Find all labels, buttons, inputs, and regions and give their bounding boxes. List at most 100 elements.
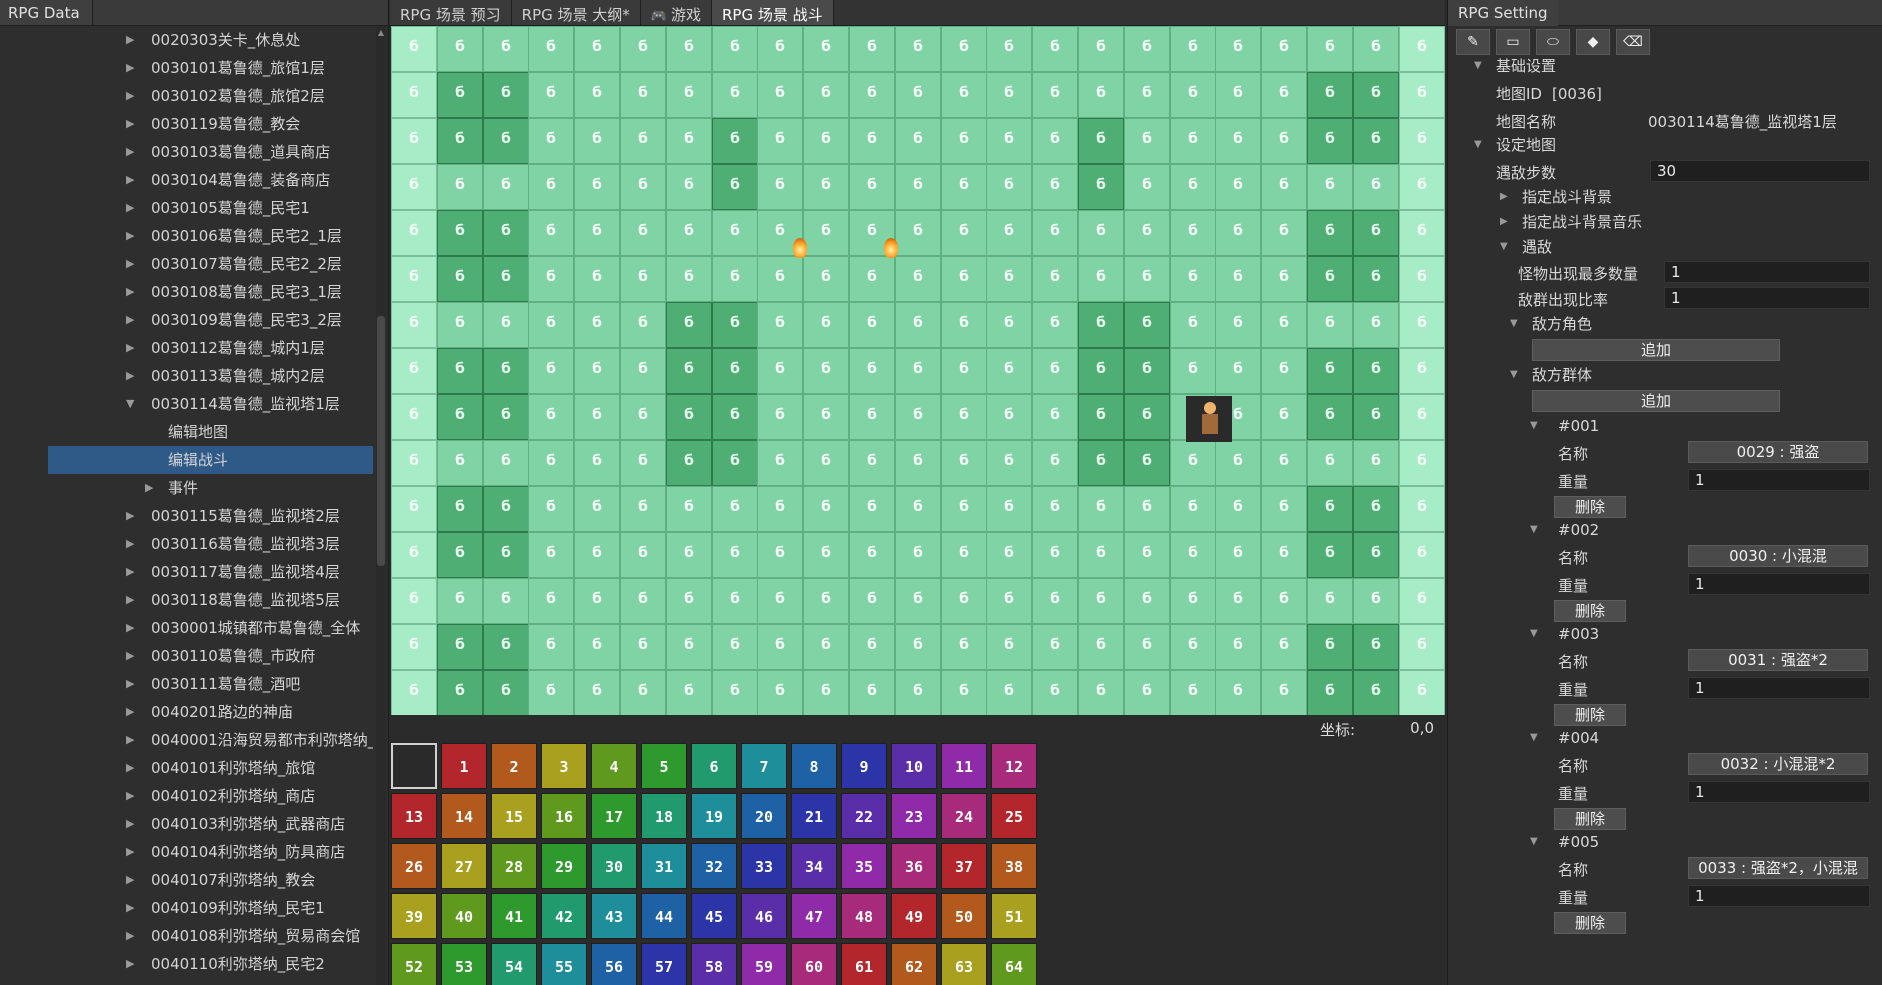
map-tile[interactable]: б: [620, 578, 666, 624]
map-tile[interactable]: б: [1032, 486, 1078, 532]
map-tile[interactable]: б: [757, 302, 803, 348]
palette-region[interactable]: 56: [591, 943, 637, 985]
map-tile[interactable]: б: [895, 302, 941, 348]
map-tile[interactable]: б: [666, 118, 712, 164]
palette-region[interactable]: 59: [741, 943, 787, 985]
map-tile[interactable]: б: [986, 440, 1032, 486]
map-tile[interactable]: б: [1078, 394, 1124, 440]
tree-item-map[interactable]: ▶ 0030103葛鲁德_道具商店: [48, 138, 373, 166]
map-tile[interactable]: б: [986, 394, 1032, 440]
map-tile[interactable]: б: [1353, 624, 1399, 670]
chevron-down-icon[interactable]: ▼: [1510, 363, 1518, 387]
map-tile[interactable]: б: [483, 256, 529, 302]
chevron-right-icon[interactable]: ▶: [1500, 210, 1508, 234]
map-tile[interactable]: б: [620, 26, 666, 72]
ellipse-icon[interactable]: ⬭: [1536, 29, 1570, 55]
palette-region[interactable]: 34: [791, 843, 837, 889]
group-rate-field[interactable]: 1: [1664, 287, 1870, 309]
map-tile[interactable]: б: [1170, 670, 1216, 715]
map-tile[interactable]: б: [1032, 302, 1078, 348]
palette-region[interactable]: 27: [441, 843, 487, 889]
palette-region[interactable]: 24: [941, 793, 987, 839]
map-tile[interactable]: б: [849, 256, 895, 302]
map-tile[interactable]: б: [757, 72, 803, 118]
map-tile[interactable]: б: [1399, 624, 1445, 670]
enemy-group-weight-field[interactable]: 1: [1688, 677, 1870, 699]
palette-region[interactable]: 49: [891, 893, 937, 939]
chevron-right-icon[interactable]: ▶: [126, 670, 138, 698]
chevron-right-icon[interactable]: ▶: [126, 586, 138, 614]
map-tile[interactable]: б: [574, 72, 620, 118]
player-sprite[interactable]: [1186, 396, 1232, 442]
palette-region[interactable]: 31: [641, 843, 687, 889]
map-tile[interactable]: б: [1032, 394, 1078, 440]
map-tile[interactable]: б: [757, 164, 803, 210]
map-tile[interactable]: б: [528, 394, 574, 440]
map-tile[interactable]: б: [1124, 348, 1170, 394]
map-tile[interactable]: б: [1307, 164, 1353, 210]
map-tile[interactable]: б: [712, 164, 758, 210]
map-tile[interactable]: б: [391, 118, 437, 164]
tree-scrollbar[interactable]: ▲: [376, 26, 386, 985]
map-tile[interactable]: б: [391, 26, 437, 72]
map-tile[interactable]: б: [1124, 256, 1170, 302]
map-tile[interactable]: б: [941, 670, 987, 715]
palette-region[interactable]: 44: [641, 893, 687, 939]
map-tile[interactable]: б: [391, 440, 437, 486]
tree-item-map[interactable]: ▶ 0020303关卡_休息处: [48, 26, 373, 54]
map-tile[interactable]: б: [1307, 302, 1353, 348]
palette-region[interactable]: 35: [841, 843, 887, 889]
chevron-right-icon[interactable]: ▶: [126, 726, 138, 754]
map-tile[interactable]: б: [1215, 256, 1261, 302]
chevron-right-icon[interactable]: ▶: [126, 502, 138, 530]
tree-item-map[interactable]: ▶ 0030107葛鲁德_民宅2_2层: [48, 250, 373, 278]
map-tile[interactable]: б: [1261, 624, 1307, 670]
palette-region[interactable]: 53: [441, 943, 487, 985]
rectangle-icon[interactable]: ▭: [1496, 29, 1530, 55]
map-tile[interactable]: б: [666, 72, 712, 118]
map-tile[interactable]: б: [1399, 440, 1445, 486]
map-tile[interactable]: б: [1307, 256, 1353, 302]
map-tile[interactable]: б: [483, 302, 529, 348]
map-tile[interactable]: б: [620, 624, 666, 670]
chevron-right-icon[interactable]: ▶: [1500, 185, 1508, 209]
chevron-right-icon[interactable]: ▶: [126, 26, 138, 54]
enemy-group-select[interactable]: 0032 : 小混混*2: [1688, 753, 1868, 775]
map-tile[interactable]: б: [483, 624, 529, 670]
chevron-right-icon[interactable]: ▶: [126, 698, 138, 726]
map-tile[interactable]: б: [1032, 624, 1078, 670]
palette-region[interactable]: 2: [491, 743, 537, 789]
map-tile[interactable]: б: [391, 256, 437, 302]
tree-item-map[interactable]: ▶ 0030106葛鲁德_民宅2_1层: [48, 222, 373, 250]
chevron-right-icon[interactable]: ▶: [126, 82, 138, 110]
map-tile[interactable]: б: [437, 394, 483, 440]
map-tile[interactable]: б: [895, 394, 941, 440]
palette-region[interactable]: 57: [641, 943, 687, 985]
map-tile[interactable]: б: [528, 26, 574, 72]
palette-region[interactable]: 20: [741, 793, 787, 839]
map-tile[interactable]: б: [1215, 578, 1261, 624]
map-tile[interactable]: б: [1215, 210, 1261, 256]
map-tile[interactable]: б: [1078, 210, 1124, 256]
chevron-right-icon[interactable]: ▶: [126, 866, 138, 894]
map-tile[interactable]: б: [666, 532, 712, 578]
chevron-down-icon[interactable]: ▼: [1530, 830, 1538, 854]
map-tile[interactable]: б: [391, 578, 437, 624]
chevron-right-icon[interactable]: ▶: [126, 250, 138, 278]
map-tile[interactable]: б: [941, 302, 987, 348]
map-tile[interactable]: б: [1124, 26, 1170, 72]
map-tile[interactable]: б: [1170, 532, 1216, 578]
palette-region[interactable]: 8: [791, 743, 837, 789]
chevron-down-icon[interactable]: ▼: [1474, 54, 1482, 78]
palette-region[interactable]: 25: [991, 793, 1037, 839]
palette-region[interactable]: 37: [941, 843, 987, 889]
map-tile[interactable]: б: [1124, 486, 1170, 532]
map-tile[interactable]: б: [986, 348, 1032, 394]
map-tile[interactable]: б: [574, 256, 620, 302]
map-tile[interactable]: б: [483, 394, 529, 440]
chevron-right-icon[interactable]: ▶: [126, 138, 138, 166]
map-tile[interactable]: б: [1307, 486, 1353, 532]
palette-region[interactable]: 54: [491, 943, 537, 985]
map-tile[interactable]: б: [849, 164, 895, 210]
map-tile[interactable]: б: [1078, 256, 1124, 302]
